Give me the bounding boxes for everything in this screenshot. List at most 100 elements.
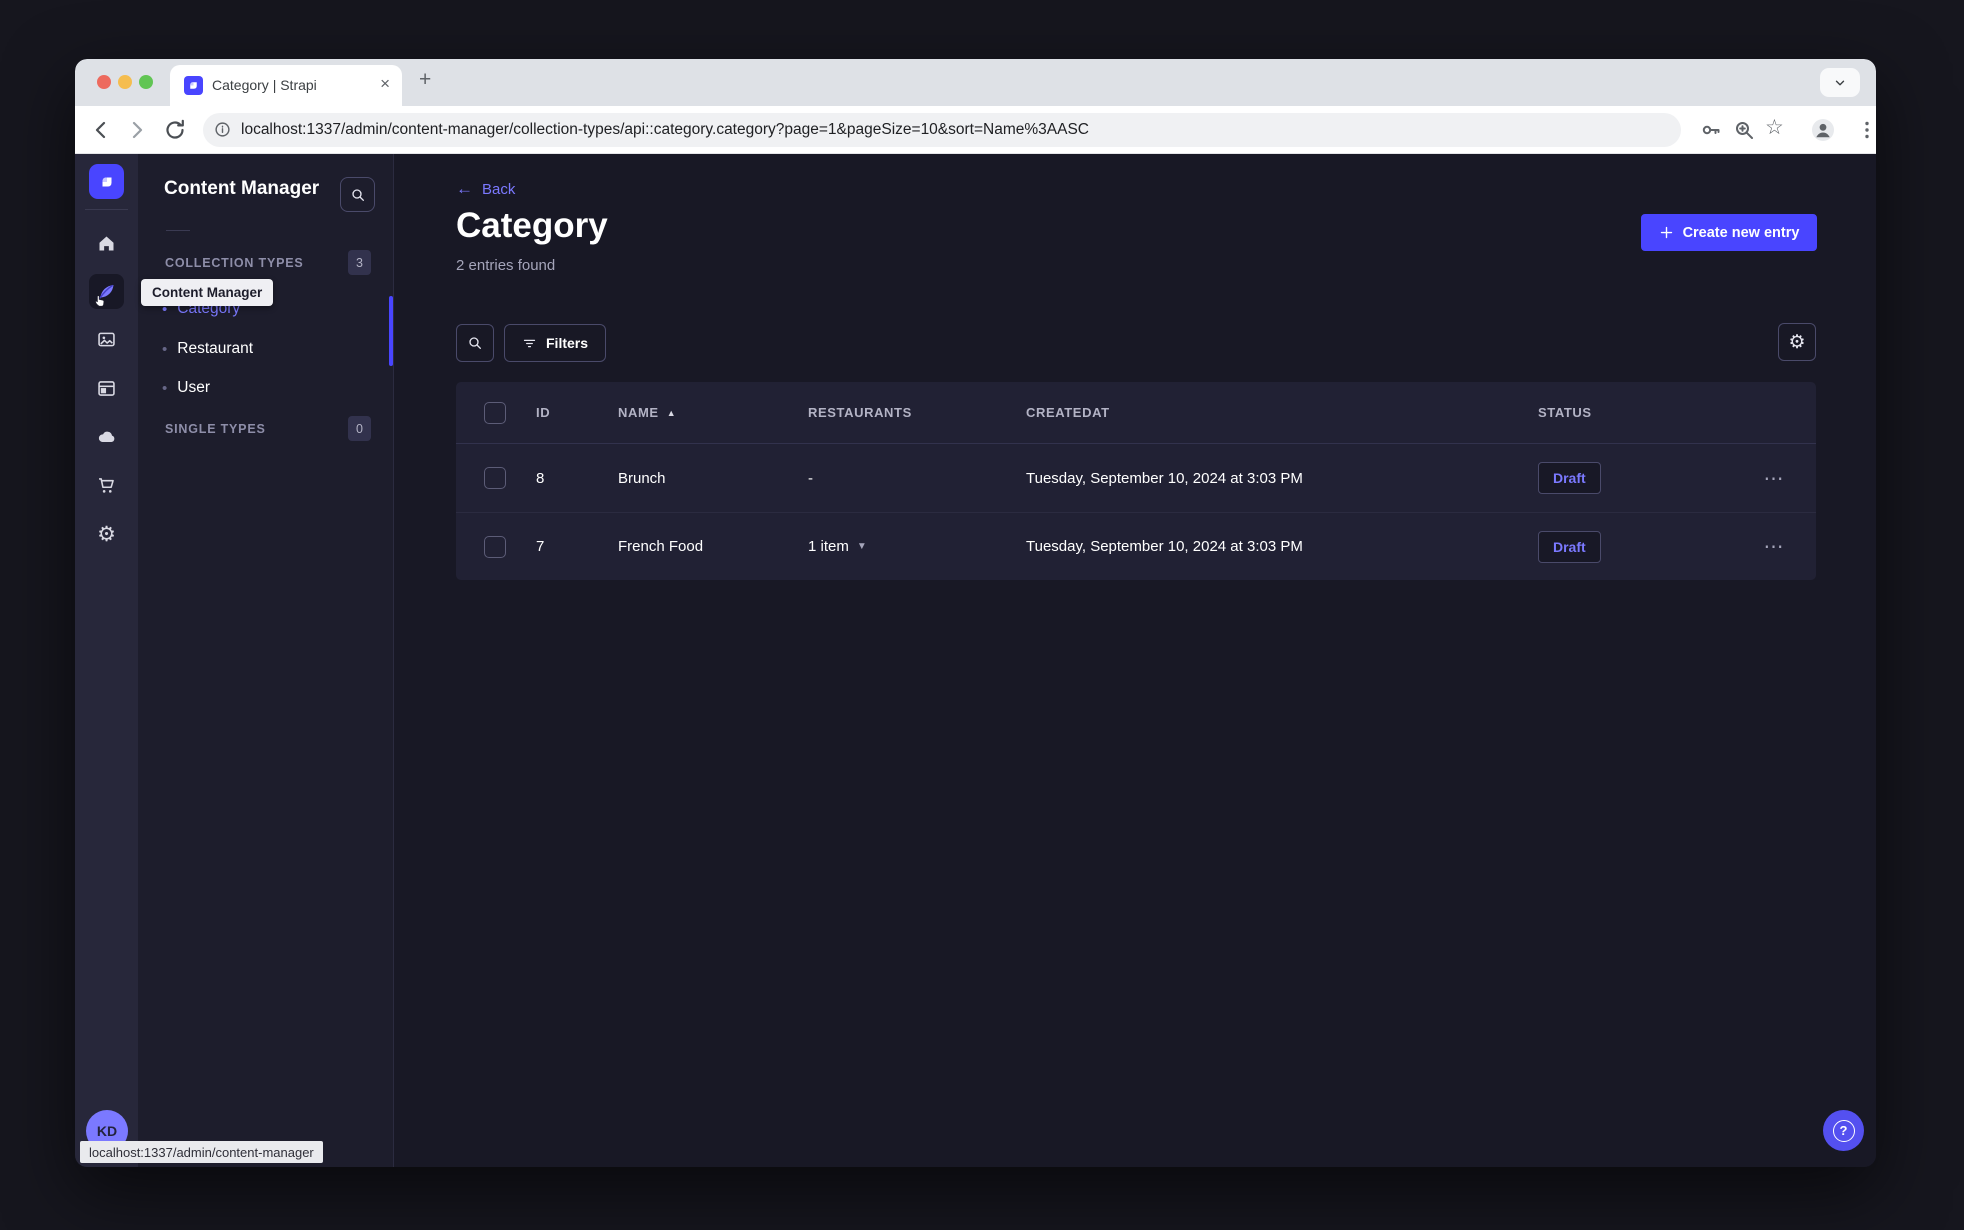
- reload-icon[interactable]: [163, 118, 187, 142]
- back-arrow-icon: ←: [456, 179, 473, 198]
- browser-tab-bar: Category | Strapi × +: [75, 59, 1876, 106]
- table-search-button[interactable]: [456, 324, 494, 362]
- nav-home-button[interactable]: [89, 226, 124, 261]
- nav-settings-button[interactable]: ⚙: [89, 517, 124, 552]
- subnav-title: Content Manager: [164, 178, 320, 199]
- hand-cursor-icon: [94, 295, 105, 307]
- strapi-favicon: [184, 76, 203, 95]
- zoom-icon[interactable]: [1732, 118, 1756, 142]
- subnav-search-button[interactable]: [340, 177, 375, 212]
- table-settings-button[interactable]: ⚙: [1778, 323, 1816, 361]
- cell-name: Brunch: [618, 469, 666, 487]
- cloud-icon: [98, 431, 114, 442]
- back-label: Back: [482, 180, 516, 198]
- browser-window: Category | Strapi × + localhost:1337/adm…: [75, 59, 1876, 1167]
- table-row[interactable]: 8 Brunch - Tuesday, September 10, 2024 a…: [456, 444, 1816, 512]
- sort-asc-icon: ▲: [666, 407, 677, 418]
- subnav-item-restaurant[interactable]: • Restaurant: [162, 337, 253, 361]
- maximize-window-button[interactable]: [139, 75, 153, 89]
- column-header-createdat[interactable]: CREATEDAT: [1010, 405, 1522, 420]
- row-checkbox[interactable]: [484, 535, 506, 558]
- media-library-icon: [98, 332, 115, 347]
- gear-icon: ⚙: [1788, 331, 1806, 353]
- question-icon: ?: [1832, 1119, 1855, 1142]
- page-title: Category: [456, 206, 608, 245]
- row-actions-button[interactable]: ⋯: [1732, 466, 1816, 491]
- column-header-id[interactable]: ID: [520, 405, 602, 420]
- search-icon: [351, 188, 364, 201]
- create-new-entry-label: Create new entry: [1682, 224, 1800, 241]
- gear-icon: ⚙: [97, 523, 116, 546]
- table-header-row: ID NAME ▲ RESTAURANTS CREATEDAT STATUS: [456, 382, 1816, 444]
- cell-restaurants[interactable]: 1 item ▼: [792, 538, 1010, 555]
- subnav-scrollbar-thumb[interactable]: [389, 296, 393, 366]
- browser-toolbar: localhost:1337/admin/content-manager/col…: [75, 106, 1876, 154]
- single-types-count-badge: 0: [348, 416, 371, 441]
- create-new-entry-button[interactable]: Create new entry: [1641, 214, 1817, 251]
- tab-close-icon[interactable]: ×: [380, 74, 390, 94]
- table-row[interactable]: 7 French Food 1 item ▼ Tuesday, Septembe…: [456, 512, 1816, 580]
- subnav-item-label: User: [177, 379, 210, 396]
- single-types-label: SINGLE TYPES: [165, 422, 266, 436]
- bullet-icon: •: [162, 379, 168, 397]
- cell-id: 7: [536, 538, 545, 555]
- entries-count: 2 entries found: [456, 257, 556, 274]
- back-icon[interactable]: [89, 118, 113, 142]
- status-badge: Draft: [1538, 530, 1601, 563]
- content-manager-tooltip: Content Manager: [141, 279, 274, 306]
- plus-icon: [1660, 226, 1672, 239]
- profile-icon[interactable]: [1811, 118, 1835, 142]
- info-icon[interactable]: [214, 121, 231, 138]
- filters-label: Filters: [546, 335, 589, 351]
- select-all-checkbox[interactable]: [484, 401, 506, 424]
- bookmark-star-icon[interactable]: ☆: [1765, 115, 1789, 139]
- search-icon: [469, 337, 481, 349]
- row-checkbox[interactable]: [484, 467, 506, 489]
- password-key-icon[interactable]: [1699, 118, 1723, 142]
- filters-button[interactable]: Filters: [504, 324, 607, 362]
- back-link[interactable]: ← Back: [456, 179, 515, 199]
- tab-search-button[interactable]: [1820, 68, 1860, 97]
- content-type-builder-icon: [98, 381, 115, 396]
- row-actions-button[interactable]: ⋯: [1732, 534, 1816, 559]
- close-window-button[interactable]: [97, 75, 111, 89]
- url-text: localhost:1337/admin/content-manager/col…: [241, 121, 1089, 138]
- main-content: ← Back Category 2 entries found Create n…: [395, 154, 1876, 1167]
- collection-types-label: COLLECTION TYPES: [165, 256, 304, 270]
- strapi-logo[interactable]: [89, 164, 124, 199]
- caret-down-icon: ▼: [856, 541, 867, 552]
- cell-id: 8: [536, 469, 545, 487]
- status-bar-link-preview: localhost:1337/admin/content-manager: [80, 1141, 323, 1163]
- browser-tab[interactable]: Category | Strapi ×: [170, 65, 402, 106]
- menu-dots-icon[interactable]: [1855, 118, 1876, 142]
- strapi-app: ⚙ KD Content Manager COLLECTION TYPES 3 …: [75, 154, 1876, 1167]
- new-tab-button[interactable]: +: [419, 68, 431, 92]
- cell-createdat: Tuesday, September 10, 2024 at 3:03 PM: [1026, 469, 1303, 487]
- column-header-name[interactable]: NAME ▲: [602, 405, 792, 420]
- address-bar[interactable]: localhost:1337/admin/content-manager/col…: [203, 113, 1681, 147]
- column-header-status: STATUS: [1538, 405, 1592, 420]
- nav-deploy-cloud-button[interactable]: [89, 419, 124, 454]
- subnav-item-label: Restaurant: [177, 340, 254, 357]
- home-icon: [99, 236, 114, 251]
- nav-divider: [85, 209, 128, 210]
- chevron-down-icon: [1835, 80, 1845, 85]
- column-header-restaurants[interactable]: RESTAURANTS: [792, 405, 1010, 420]
- filter-icon: [523, 339, 536, 347]
- strapi-logo-icon: [102, 177, 111, 186]
- entries-table: ID NAME ▲ RESTAURANTS CREATEDAT STATUS 8 …: [456, 382, 1816, 580]
- status-badge: Draft: [1538, 462, 1601, 494]
- help-button[interactable]: ?: [1823, 1110, 1864, 1151]
- collection-types-count-badge: 3: [348, 250, 371, 275]
- nav-marketplace-button[interactable]: [89, 468, 124, 503]
- nav-media-library-button[interactable]: [89, 322, 124, 357]
- minimize-window-button[interactable]: [118, 75, 132, 89]
- cell-createdat: Tuesday, September 10, 2024 at 3:03 PM: [1026, 538, 1303, 555]
- forward-icon[interactable]: [125, 118, 149, 142]
- cell-name: French Food: [618, 538, 704, 555]
- subnav-item-user[interactable]: • User: [162, 376, 210, 400]
- bullet-icon: •: [162, 340, 168, 358]
- cell-restaurants: -: [808, 469, 813, 487]
- nav-content-type-builder-button[interactable]: [89, 371, 124, 406]
- tab-title: Category | Strapi: [212, 77, 317, 93]
